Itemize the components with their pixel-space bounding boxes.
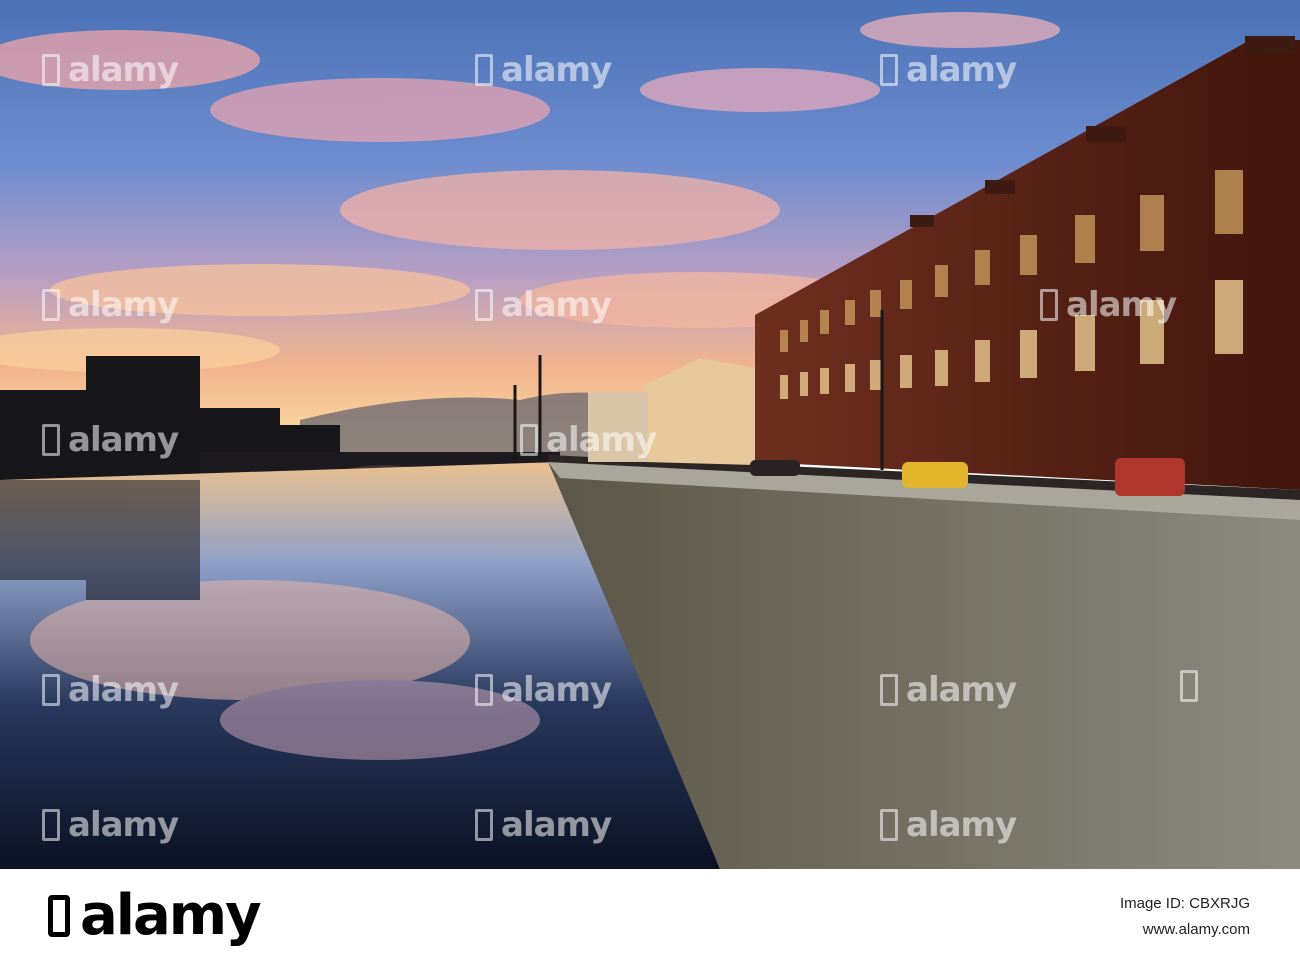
alamy-logo[interactable]: alamy xyxy=(48,883,262,948)
site-link[interactable]: www.alamy.com xyxy=(1143,917,1250,943)
photo: alamy alamy alamy alamy alamy alamy alam… xyxy=(0,0,1300,869)
alamy-logo-text: alamy xyxy=(80,883,262,948)
footer-bar: alamy Image ID: CBXRJG www.alamy.com xyxy=(0,869,1300,959)
footer-meta: Image ID: CBXRJG www.alamy.com xyxy=(1120,891,1250,943)
alamy-logo-icon xyxy=(48,894,70,937)
image-id: Image ID: CBXRJG xyxy=(1119,895,1250,912)
riverside-sunset-scene xyxy=(0,0,1300,869)
